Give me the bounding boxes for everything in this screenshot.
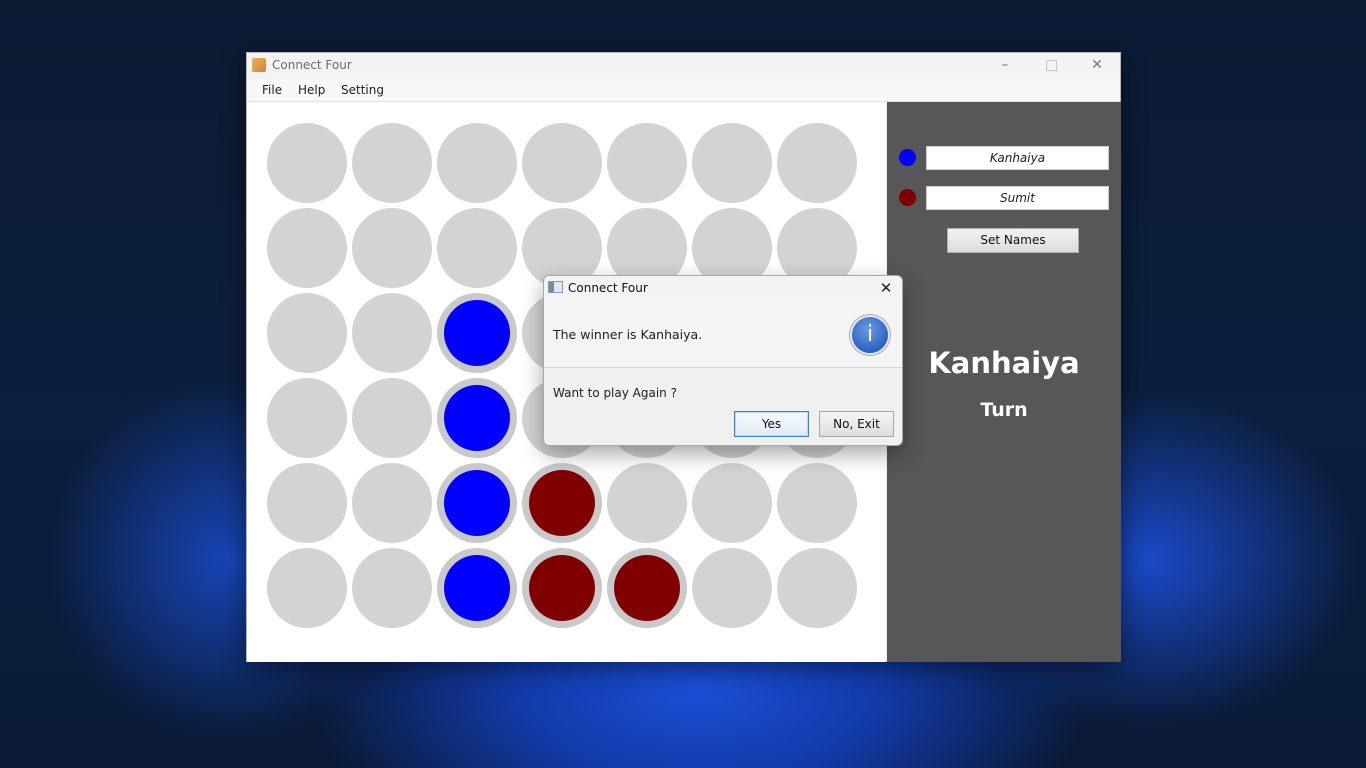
player2-color-dot [899, 189, 916, 206]
board-cell[interactable] [777, 463, 857, 543]
board-cell[interactable] [607, 123, 687, 203]
menu-bar: File Help Setting [247, 79, 1120, 102]
board-cell[interactable] [522, 123, 602, 203]
dialog-title-bar[interactable]: Connect Four ✕ [544, 276, 902, 300]
board-cell[interactable] [267, 123, 347, 203]
board-cell[interactable] [437, 208, 517, 288]
menu-help[interactable]: Help [298, 83, 325, 97]
winner-message: The winner is Kanhaiya. [553, 327, 703, 342]
board-cell[interactable] [777, 548, 857, 628]
board-cell[interactable] [437, 463, 517, 543]
player1-disc [444, 300, 510, 366]
board-cell[interactable] [267, 463, 347, 543]
player1-name-field[interactable]: Kanhaiya [926, 146, 1109, 170]
dialog-close-button[interactable]: ✕ [876, 278, 896, 298]
menu-setting[interactable]: Setting [341, 83, 384, 97]
window-title: Connect Four [272, 58, 352, 72]
board-cell[interactable] [437, 378, 517, 458]
board-cell[interactable] [267, 378, 347, 458]
board-cell[interactable] [692, 123, 772, 203]
maximize-button[interactable] [1028, 53, 1074, 79]
player1-disc [444, 470, 510, 536]
title-bar[interactable]: Connect Four – ✕ [247, 53, 1120, 79]
turn-label: Turn [980, 399, 1028, 421]
player1-disc [444, 555, 510, 621]
close-button[interactable]: ✕ [1074, 53, 1120, 79]
board-cell[interactable] [352, 548, 432, 628]
player2-disc [529, 470, 595, 536]
menu-file[interactable]: File [262, 83, 282, 97]
board-cell[interactable] [437, 123, 517, 203]
maximize-icon [1045, 59, 1057, 71]
board-cell[interactable] [437, 548, 517, 628]
player2-disc [529, 555, 595, 621]
board-cell[interactable] [522, 548, 602, 628]
board-cell[interactable] [352, 208, 432, 288]
board-cell[interactable] [692, 548, 772, 628]
player2-name-field[interactable]: Sumit [926, 186, 1109, 210]
dialog-message-area: The winner is Kanhaiya. i [544, 300, 902, 368]
player1-color-dot [899, 149, 916, 166]
side-panel: Kanhaiya Sumit Set Names Kanhaiya Turn [887, 102, 1121, 662]
minimize-button[interactable]: – [982, 53, 1028, 79]
winner-dialog: Connect Four ✕ The winner is Kanhaiya. i… [543, 275, 903, 446]
board-cell[interactable] [352, 293, 432, 373]
board-cell[interactable] [437, 293, 517, 373]
java-window-icon [548, 281, 563, 293]
yes-button[interactable]: Yes [734, 411, 809, 437]
board-cell[interactable] [607, 548, 687, 628]
dialog-title: Connect Four [568, 281, 648, 295]
play-again-question: Want to play Again ? [553, 386, 677, 400]
board-cell[interactable] [352, 463, 432, 543]
no-exit-button[interactable]: No, Exit [819, 411, 894, 437]
info-icon: i [850, 315, 890, 355]
board-cell[interactable] [522, 463, 602, 543]
board-cell[interactable] [692, 463, 772, 543]
board-cell[interactable] [777, 123, 857, 203]
board-cell[interactable] [607, 463, 687, 543]
set-names-button[interactable]: Set Names [947, 228, 1079, 253]
board-cell[interactable] [267, 208, 347, 288]
player2-disc [614, 555, 680, 621]
board-cell[interactable] [352, 123, 432, 203]
current-turn-player: Kanhaiya [928, 346, 1080, 380]
board-cell[interactable] [267, 293, 347, 373]
app-icon [252, 58, 266, 72]
player1-disc [444, 385, 510, 451]
board-cell[interactable] [352, 378, 432, 458]
board-cell[interactable] [267, 548, 347, 628]
